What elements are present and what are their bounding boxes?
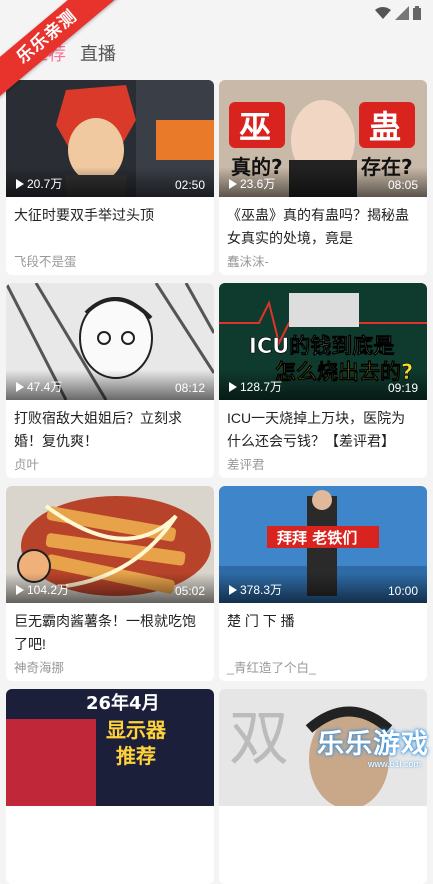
video-card[interactable]: 双 [219, 689, 427, 884]
video-title: 打败宿敌大姐姐后？立刻求婚！复仇爽！ [14, 410, 182, 449]
video-thumbnail: 巫 蛊 真的? 存在? 23.6万 08:05 [219, 80, 427, 197]
video-thumbnail: 20.7万 02:50 [6, 80, 214, 197]
tab-live[interactable]: 直播 [80, 40, 116, 66]
play-count-icon [16, 178, 24, 189]
uploader-name: _青红造了个白_ [227, 661, 316, 675]
video-card[interactable]: 巫 蛊 真的? 存在? 23.6万 08:05 《巫蛊》真的有蛊吗？揭秘蛊女真实… [219, 80, 427, 275]
video-duration: 05:02 [174, 584, 205, 598]
video-title: ICU一天烧掉上万块，医院为什么还会亏钱？【差评君】 [227, 410, 406, 449]
signal-icon [395, 6, 409, 20]
wifi-icon [375, 7, 391, 19]
svg-text:推荐: 推荐 [116, 744, 156, 768]
video-thumbnail: 26年4月 显示器 推荐 [6, 689, 214, 806]
view-count: 47.4万 [16, 378, 62, 395]
video-title: 巨无霸肉酱薯条！一根就吃饱了吧! [14, 613, 196, 652]
video-duration: 08:05 [387, 178, 418, 192]
svg-text:拜拜 老铁们: 拜拜 老铁们 [277, 529, 357, 547]
video-card[interactable]: 20.7万 02:50 大征时要双手举过头顶 飞段不是蛋 [6, 80, 214, 275]
video-title: 楚 门 下 播 [227, 613, 295, 629]
view-count: 128.7万 [229, 378, 282, 395]
view-count: 104.2万 [16, 581, 69, 598]
battery-icon [413, 6, 421, 20]
svg-text:蛊: 蛊 [369, 108, 401, 146]
svg-text:双: 双 [229, 705, 289, 772]
uploader-name: 蠢沫沫- [227, 255, 269, 269]
video-card[interactable]: 26年4月 显示器 推荐 [6, 689, 214, 884]
video-duration: 10:00 [387, 584, 418, 598]
svg-text:显示器: 显示器 [106, 718, 167, 742]
video-card[interactable]: 104.2万 05:02 巨无霸肉酱薯条！一根就吃饱了吧! 神奇海挪 [6, 486, 214, 681]
video-card[interactable]: ICU的钱到底是 怎么烧出去的? 128.7万 09:19 ICU一天烧掉上万块… [219, 283, 427, 478]
uploader-name: 飞段不是蛋 [14, 255, 77, 269]
video-duration: 09:19 [387, 381, 418, 395]
video-thumbnail: 拜拜 老铁们 378.3万 10:00 [219, 486, 427, 603]
svg-text:26年4月: 26年4月 [86, 692, 160, 714]
view-count: 20.7万 [16, 175, 62, 192]
video-card[interactable]: 拜拜 老铁们 378.3万 10:00 楚 门 下 播 _青红造了个白_ [219, 486, 427, 681]
video-thumbnail: 104.2万 05:02 [6, 486, 214, 603]
play-count-icon [16, 381, 24, 392]
play-count-icon [229, 381, 237, 392]
site-watermark-url: www.61l.com [367, 759, 421, 769]
video-thumbnail: 47.4万 08:12 [6, 283, 214, 400]
video-thumbnail: ICU的钱到底是 怎么烧出去的? 128.7万 09:19 [219, 283, 427, 400]
svg-text:巫: 巫 [239, 108, 271, 146]
video-title: 《巫蛊》真的有蛊吗？揭秘蛊女真实的处境，竟是 [227, 207, 409, 246]
view-count: 23.6万 [229, 175, 275, 192]
uploader-name: 贞叶 [14, 458, 40, 472]
play-count-icon [229, 178, 237, 189]
site-watermark: 乐乐游戏 [317, 729, 429, 759]
play-count-icon [16, 584, 24, 595]
view-count: 378.3万 [229, 581, 282, 598]
video-card[interactable]: 47.4万 08:12 打败宿敌大姐姐后？立刻求婚！复仇爽！ 贞叶 [6, 283, 214, 478]
video-duration: 08:12 [174, 381, 205, 395]
play-count-icon [229, 584, 237, 595]
uploader-name: 差评君 [227, 458, 265, 472]
video-duration: 02:50 [174, 178, 205, 192]
svg-text:ICU的钱到底是: ICU的钱到底是 [249, 334, 394, 358]
uploader-name: 神奇海挪 [14, 661, 65, 675]
video-title: 大征时要双手举过头顶 [14, 207, 154, 223]
